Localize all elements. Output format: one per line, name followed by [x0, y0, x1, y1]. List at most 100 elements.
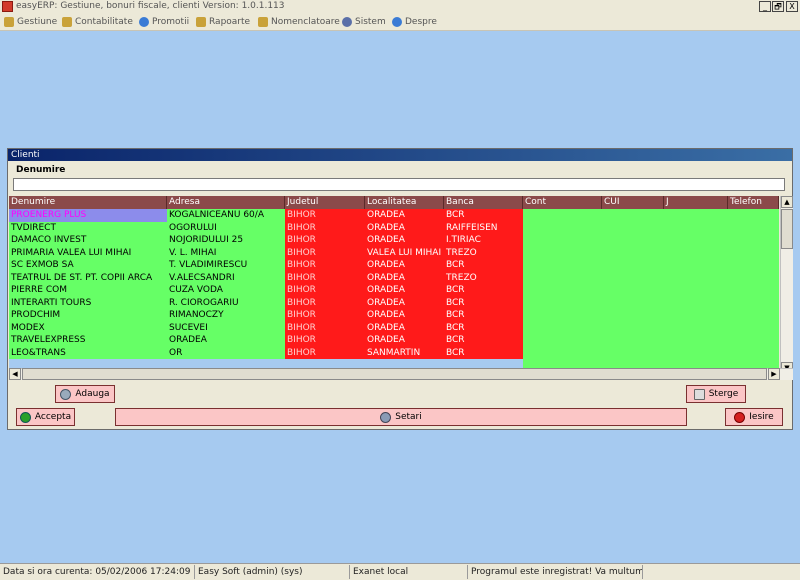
table-cell[interactable]: BIHOR	[285, 346, 365, 359]
table-cell[interactable]: ORADEA	[365, 259, 444, 272]
table-cell[interactable]: SUCEVEI	[167, 321, 285, 334]
table-cell[interactable]: BIHOR	[285, 209, 365, 222]
column-header-localitatea[interactable]: Localitatea	[365, 196, 444, 209]
column-header-j[interactable]: J	[664, 196, 728, 209]
table-row[interactable]: TRAVELEXPRESS ORADEA BIHOR ORADEA BCR	[9, 334, 779, 347]
table-cell-empty[interactable]	[523, 221, 779, 234]
table-cell[interactable]: BCR	[444, 321, 523, 334]
table-cell-empty[interactable]	[523, 259, 779, 272]
table-cell[interactable]: T. VLADIMIRESCU	[167, 259, 285, 272]
column-header-judetul[interactable]: Judetul	[285, 196, 365, 209]
table-cell[interactable]: LEO&TRANS	[9, 346, 167, 359]
table-cell-empty[interactable]	[523, 321, 779, 334]
column-header-cont[interactable]: Cont	[523, 196, 602, 209]
table-cell[interactable]: BCR	[444, 209, 523, 222]
column-header-telefon[interactable]: Telefon	[728, 196, 779, 209]
column-header-cui[interactable]: CUI	[602, 196, 664, 209]
menu-despre[interactable]: Despre	[392, 16, 437, 28]
exit-button[interactable]: Iesire	[725, 408, 783, 426]
column-header-denumire[interactable]: Denumire	[9, 196, 167, 209]
add-button[interactable]: Adauga	[55, 385, 115, 403]
table-cell[interactable]: INTERARTI TOURS	[9, 296, 167, 309]
table-cell[interactable]: BIHOR	[285, 259, 365, 272]
table-cell[interactable]: BIHOR	[285, 234, 365, 247]
table-cell[interactable]: SANMARTIN	[365, 346, 444, 359]
table-cell[interactable]: ORADEA	[365, 309, 444, 322]
minimize-button[interactable]: _	[759, 1, 771, 12]
table-row[interactable]: INTERARTI TOURS R. CIOROGARIU BIHOR ORADEA B…	[9, 296, 779, 309]
settings-button[interactable]: Setari	[115, 408, 687, 426]
table-cell-empty[interactable]	[523, 346, 779, 359]
table-cell[interactable]: BIHOR	[285, 321, 365, 334]
table-cell[interactable]: ORADEA	[365, 271, 444, 284]
table-row[interactable]: MODEX SUCEVEI BIHOR ORADEA BCR	[9, 321, 779, 334]
table-cell[interactable]: BCR	[444, 309, 523, 322]
table-cell[interactable]: V.ALECSANDRI	[167, 271, 285, 284]
table-cell[interactable]: BCR	[444, 284, 523, 297]
table-row[interactable]: TEATRUL DE ST. PT. COPII ARCA V.ALECSANDR…	[9, 271, 779, 284]
table-cell[interactable]: BIHOR	[285, 309, 365, 322]
table-cell-empty[interactable]	[523, 284, 779, 297]
search-input[interactable]	[13, 178, 785, 191]
column-header-banca[interactable]: Banca	[444, 196, 523, 209]
table-cell-empty[interactable]	[523, 309, 779, 322]
table-cell[interactable]: BIHOR	[285, 246, 365, 259]
table-cell[interactable]: I.TIRIAC	[444, 234, 523, 247]
table-cell[interactable]: TREZO	[444, 271, 523, 284]
table-cell[interactable]: ORADEA	[365, 334, 444, 347]
vertical-scrollbar[interactable]: ▲ ▼	[780, 196, 793, 375]
accept-button[interactable]: Accepta	[16, 408, 75, 426]
table-cell[interactable]: CUZA VODA	[167, 284, 285, 297]
delete-button[interactable]: Sterge	[686, 385, 746, 403]
scroll-up-button[interactable]: ▲	[781, 196, 793, 208]
table-cell[interactable]: OR	[167, 346, 285, 359]
table-cell[interactable]: BIHOR	[285, 271, 365, 284]
table-cell-empty[interactable]	[523, 209, 779, 222]
table-cell[interactable]: RIMANOCZY	[167, 309, 285, 322]
table-cell-empty[interactable]	[523, 246, 779, 259]
horizontal-scrollbar[interactable]: ◀ ▶	[9, 368, 793, 380]
table-row[interactable]: PRODCHIM RIMANOCZY BIHOR ORADEA BCR	[9, 309, 779, 322]
scroll-thumb[interactable]	[781, 209, 793, 249]
table-cell[interactable]: ORADEA	[365, 221, 444, 234]
table-row[interactable]: PROENERG PLUS KOGALNICEANU 60/A BIHOR ORADE…	[9, 209, 779, 222]
table-cell[interactable]: TEATRUL DE ST. PT. COPII ARCA	[9, 271, 167, 284]
table-cell[interactable]: VALEA LUI MIHAI	[365, 246, 444, 259]
table-cell[interactable]: BCR	[444, 259, 523, 272]
table-cell[interactable]: OGORULUI	[167, 221, 285, 234]
table-cell[interactable]: TREZO	[444, 246, 523, 259]
table-cell[interactable]: ORADEA	[365, 209, 444, 222]
table-cell[interactable]: BCR	[444, 296, 523, 309]
table-row[interactable]: TVDIRECT OGORULUI BIHOR ORADEA RAIFFEISEN	[9, 221, 779, 234]
table-cell[interactable]: SC EXMOB SA	[9, 259, 167, 272]
menu-sistem[interactable]: Sistem	[342, 16, 386, 28]
table-cell[interactable]: RAIFFEISEN	[444, 221, 523, 234]
table-cell[interactable]: ORADEA	[365, 284, 444, 297]
table-cell-empty[interactable]	[523, 234, 779, 247]
table-cell[interactable]: BCR	[444, 346, 523, 359]
table-cell[interactable]: V. L. MIHAI	[167, 246, 285, 259]
table-cell[interactable]: R. CIOROGARIU	[167, 296, 285, 309]
restore-button[interactable]: 🗗	[772, 1, 784, 12]
table-row[interactable]: PIERRE COM CUZA VODA BIHOR ORADEA BCR	[9, 284, 779, 297]
table-cell[interactable]: TVDIRECT	[9, 221, 167, 234]
table-cell[interactable]: NOJORIDULUI 25	[167, 234, 285, 247]
table-row[interactable]: DAMACO INVEST NOJORIDULUI 25 BIHOR ORADEA I.…	[9, 234, 779, 247]
table-cell[interactable]: ORADEA	[365, 296, 444, 309]
menu-gestiune[interactable]: Gestiune	[4, 16, 57, 28]
table-cell-empty[interactable]	[523, 334, 779, 347]
table-cell[interactable]: BIHOR	[285, 221, 365, 234]
menu-contabilitate[interactable]: Contabilitate	[62, 16, 133, 28]
table-cell[interactable]: BIHOR	[285, 334, 365, 347]
table-cell[interactable]: DAMACO INVEST	[9, 234, 167, 247]
table-cell[interactable]: PRODCHIM	[9, 309, 167, 322]
column-header-adresa[interactable]: Adresa	[167, 196, 285, 209]
table-cell[interactable]: ORADEA	[365, 321, 444, 334]
table-cell[interactable]: TRAVELEXPRESS	[9, 334, 167, 347]
close-button[interactable]: X	[786, 1, 798, 12]
table-cell[interactable]: ORADEA	[365, 234, 444, 247]
table-cell[interactable]: BCR	[444, 334, 523, 347]
table-cell[interactable]: BIHOR	[285, 296, 365, 309]
scroll-left-button[interactable]: ◀	[9, 368, 21, 380]
table-row[interactable]: SC EXMOB SA T. VLADIMIRESCU BIHOR ORADEA BCR	[9, 259, 779, 272]
